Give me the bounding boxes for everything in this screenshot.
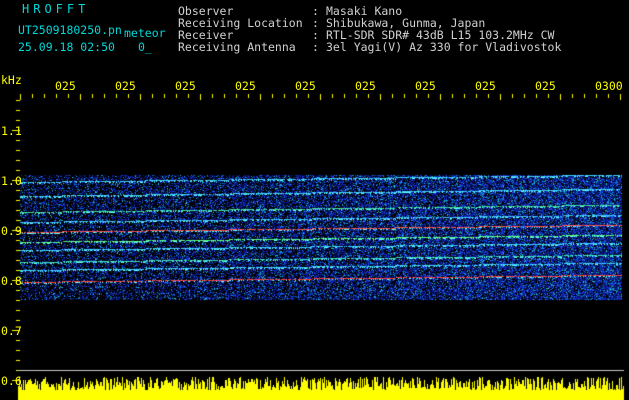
time-label: 025 bbox=[55, 79, 76, 93]
y-tick-label: 0.7 bbox=[1, 324, 22, 338]
y-tick-label: 1.1 bbox=[1, 124, 22, 138]
y-tick-label: 0.6 bbox=[1, 374, 22, 388]
time-label: 025 bbox=[175, 79, 196, 93]
date-extra: 0_ bbox=[138, 40, 152, 54]
time-label: 025 bbox=[535, 79, 556, 93]
y-tick-label: 0.8 bbox=[1, 274, 22, 288]
time-label: 025 bbox=[295, 79, 316, 93]
time-label: 025 bbox=[475, 79, 496, 93]
y-axis-unit: kHz bbox=[1, 73, 22, 87]
file-name: UT2509180250.pn bbox=[18, 23, 122, 37]
info-label: Receiving Antenna bbox=[178, 40, 296, 54]
info-separator: : bbox=[312, 40, 319, 54]
spectrogram-canvas bbox=[0, 0, 629, 400]
info-value: 3el Yagi(V) Az 330 for Vladivostok bbox=[326, 40, 562, 54]
time-label: 025 bbox=[415, 79, 436, 93]
time-label: 025 bbox=[355, 79, 376, 93]
file-type: meteor bbox=[124, 26, 166, 40]
time-label: 0300 bbox=[595, 79, 623, 93]
time-label: 025 bbox=[235, 79, 256, 93]
time-label: 025 bbox=[115, 79, 136, 93]
app-title: HROFFT bbox=[22, 2, 90, 16]
y-tick-label: 1.0 bbox=[1, 174, 22, 188]
y-tick-label: 0.9 bbox=[1, 224, 22, 238]
date-time: 25.09.18 02:50 bbox=[18, 40, 115, 54]
